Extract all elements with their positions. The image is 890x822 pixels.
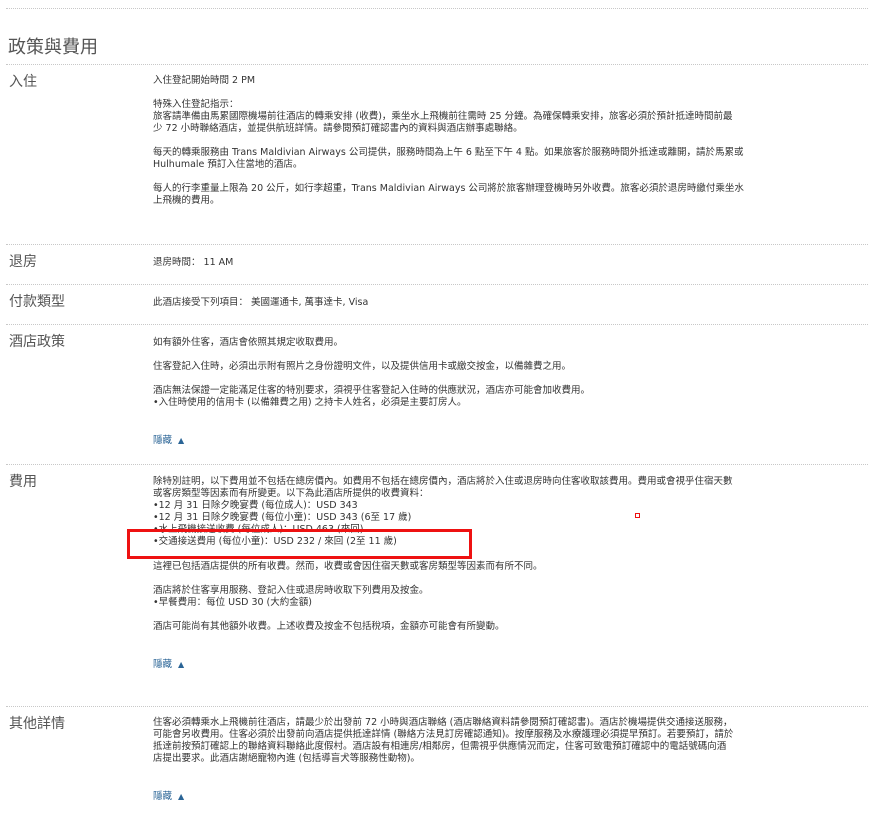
section-label: 其他詳情 (9, 716, 65, 732)
fee-item: 早餐費用：每位 USD 30 (大約金額) (153, 597, 873, 609)
section-body: 除特別註明，以下費用並不包括在總房價內。如費用不包括在總房價內，酒店將於入住或退… (153, 476, 873, 671)
fees-deposit-note: 酒店將於住客享用服務、登記入住或退房時收取下列費用及按金。 (153, 585, 429, 596)
policy-text: 住客登記入住時，必須出示附有照片之身份證明文件，以及提供信用卡或繳交按金，以備雜… (153, 361, 572, 372)
hide-toggle-link[interactable]: 隱藏 ▲ (153, 435, 184, 447)
section-other-details: 其他詳情 住客必須轉乘水上飛機前往酒店，請最少於出發前 72 小時與酒店聯絡 (… (6, 706, 868, 821)
section-payment: 付款類型 此酒店接受下列項目： 美國運通卡, 萬事達卡, Visa (6, 284, 868, 325)
page-title: 政策與費用 (8, 37, 98, 58)
section-body: 退房時間： 11 AM (153, 257, 873, 269)
fees-tax-note: 酒店可能尚有其他額外收費。上述收費及按金不包括稅項，金額亦可能會有所變動。 (153, 621, 505, 632)
section-body: 此酒店接受下列項目： 美國運通卡, 萬事達卡, Visa (153, 297, 873, 309)
section-checkout: 退房 退房時間： 11 AM (6, 244, 868, 285)
hide-label: 隱藏 (153, 659, 173, 670)
other-details-line: 住客必須轉乘水上飛機前往酒店，請最少於出發前 72 小時與酒店聯絡 (酒店聯絡資… (153, 717, 733, 728)
section-label: 退房 (9, 254, 37, 270)
section-label: 費用 (9, 474, 37, 490)
special-instructions-title: 特殊入住登記指示： (153, 99, 239, 110)
section-label: 付款類型 (9, 294, 65, 310)
chevron-up-icon: ▲ (178, 792, 185, 801)
hide-toggle-link[interactable]: 隱藏 ▲ (153, 791, 184, 803)
checkin-time: 入住登記開始時間 2 PM (153, 75, 256, 86)
section-fees: 費用 除特別註明，以下費用並不包括在總房價內。如費用不包括在總房價內，酒店將於入… (6, 464, 868, 705)
luggage-info-line: 上飛機的費用。 (153, 195, 220, 206)
chevron-up-icon: ▲ (178, 660, 185, 669)
transfer-info-line: Hulhumale 預訂入住當地的酒店。 (153, 159, 303, 170)
section-checkin: 入住 入住登記開始時間 2 PM 特殊入住登記指示： 旅客請準備由馬累國際機場前… (6, 64, 868, 243)
payment-types: 此酒店接受下列項目： 美國運通卡, 萬事達卡, Visa (153, 297, 369, 308)
fees-note: 這裡已包括酒店提供的所有收費。然而，收費或會因住宿天數或客房類型等因素而有所不同… (153, 561, 543, 572)
other-details-line: 店提出要求。此酒店謝絕寵物內進 (包括導盲犬等服務性動物)。 (153, 753, 420, 764)
fee-item: 12 月 31 日除夕晚宴費 (每位成人)：USD 343 (153, 500, 873, 512)
transfer-info-line: 每天的轉乘服務由 Trans Maldivian Airways 公司提供，服務… (153, 147, 744, 158)
hide-label: 隱藏 (153, 435, 173, 446)
special-instructions-line: 旅客請準備由馬累國際機場前往酒店的轉乘安排 (收費)，乘坐水上飛機前往需時 25… (153, 111, 733, 122)
fee-item: 12 月 31 日除夕晚宴費 (每位小童)：USD 343 (6至 17 歲) (153, 512, 873, 524)
checkout-time: 退房時間： 11 AM (153, 257, 234, 268)
highlight-annotation-box (127, 529, 472, 559)
section-label: 入住 (9, 74, 37, 90)
section-body: 入住登記開始時間 2 PM 特殊入住登記指示： 旅客請準備由馬累國際機場前往酒店… (153, 75, 873, 207)
fees-intro-line: 或客房類型等因素而有所變更。以下為此酒店所提供的收費資料： (153, 488, 429, 499)
section-body: 如有額外住客，酒店會依照其規定收取費用。 住客登記入住時，必須出示附有照片之身份… (153, 337, 873, 447)
section-hotel-policy: 酒店政策 如有額外住客，酒店會依照其規定收取費用。 住客登記入住時，必須出示附有… (6, 324, 868, 463)
section-label: 酒店政策 (9, 334, 65, 350)
hide-label: 隱藏 (153, 791, 173, 802)
other-details-line: 抵達前按預訂確認上的聯絡資料聯絡此度假村。酒店設有相連房/相鄰房，但需視乎供應情… (153, 741, 727, 752)
policy-bullet: 入住時使用的信用卡 (以備雜費之用) 之持卡人姓名，必須是主要訂房人。 (153, 397, 873, 409)
other-details-line: 可能會另收費用。住客必須於出發前向酒店提供抵達詳情 (聯絡方法見訂房確認通知)。… (153, 729, 734, 740)
special-instructions-line: 少 72 小時聯絡酒店，並提供航班詳情。請參閱預訂確認書內的資料與酒店辦事處聯絡… (153, 123, 523, 134)
section-body: 住客必須轉乘水上飛機前往酒店，請最少於出發前 72 小時與酒店聯絡 (酒店聯絡資… (153, 717, 873, 803)
policy-text: 酒店無法保證一定能滿足住客的特別要求，須視乎住客登記入住時的供應狀況，酒店亦可能… (153, 385, 591, 396)
fees-intro-line: 除特別註明，以下費用並不包括在總房價內。如費用不包括在總房價內，酒店將於入住或退… (153, 476, 733, 487)
luggage-info-line: 每人的行李重量上限為 20 公斤，如行李超重，Trans Maldivian A… (153, 183, 744, 194)
annotation-marker (635, 513, 640, 518)
top-divider (6, 8, 868, 9)
chevron-up-icon: ▲ (178, 436, 185, 445)
hide-toggle-link[interactable]: 隱藏 ▲ (153, 659, 184, 671)
policy-text: 如有額外住客，酒店會依照其規定收取費用。 (153, 337, 344, 348)
